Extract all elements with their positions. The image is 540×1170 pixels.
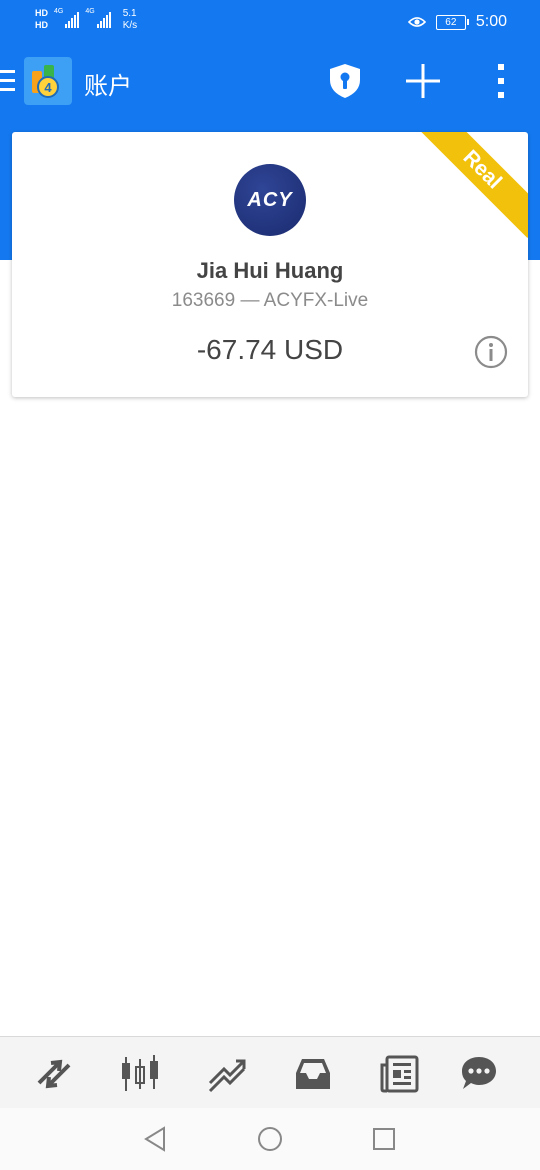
- candlestick-chart-icon[interactable]: [119, 1053, 161, 1095]
- home-circle-icon[interactable]: [256, 1125, 284, 1153]
- signal-icon-1: 4G: [54, 8, 80, 28]
- page-title: 账户: [84, 72, 132, 100]
- news-icon[interactable]: [379, 1053, 421, 1095]
- network-speed: 5.1 K/s: [123, 8, 137, 32]
- hd-label-1: HD: [35, 8, 48, 18]
- info-icon[interactable]: [474, 335, 508, 369]
- account-card[interactable]: Real ACY Jia Hui Huang 163669 — ACYFX-Li…: [12, 132, 528, 397]
- svg-text:4: 4: [44, 80, 52, 95]
- real-account-badge: Real: [414, 132, 528, 238]
- shield-keyhole-icon[interactable]: [328, 63, 362, 99]
- menu-icon[interactable]: [0, 70, 16, 92]
- system-navigation-bar: [0, 1108, 540, 1170]
- signal-icon-2: 4G: [85, 8, 111, 28]
- network-type-1: 4G: [54, 8, 64, 15]
- back-triangle-icon[interactable]: [142, 1125, 170, 1153]
- status-left: HD HD 4G 4G 5.1 K/s: [35, 8, 137, 32]
- account-name: Jia Hui Huang: [196, 258, 344, 283]
- recents-square-icon[interactable]: [370, 1125, 398, 1153]
- hd-indicators: HD HD: [35, 8, 48, 30]
- trade-chart-icon[interactable]: [206, 1053, 248, 1095]
- account-server: 163669 — ACYFX-Live: [171, 290, 369, 311]
- inbox-icon[interactable]: [292, 1053, 334, 1095]
- speed-value: 5.1: [122, 8, 137, 19]
- more-vertical-icon[interactable]: [494, 64, 508, 98]
- plus-icon[interactable]: [404, 62, 442, 100]
- eye-comfort-icon: [407, 17, 426, 27]
- battery-level: 62: [445, 16, 457, 28]
- network-type-2: 4G: [85, 8, 95, 15]
- quotes-arrows-icon[interactable]: [33, 1053, 75, 1095]
- account-balance: -67.74 USD: [196, 334, 344, 365]
- speed-unit: K/s: [122, 20, 138, 31]
- battery-icon: 62: [435, 14, 469, 30]
- status-right: 62 5:00: [407, 13, 507, 31]
- metatrader-logo: 4: [24, 57, 72, 105]
- hd-label-2: HD: [35, 20, 48, 30]
- broker-logo: ACY: [234, 164, 306, 236]
- clock: 5:00: [475, 13, 507, 30]
- bottom-navigation: [0, 1036, 540, 1109]
- chat-icon[interactable]: [458, 1053, 500, 1095]
- status-bar: HD HD 4G 4G 5.1 K/s 62 5:00: [0, 0, 540, 46]
